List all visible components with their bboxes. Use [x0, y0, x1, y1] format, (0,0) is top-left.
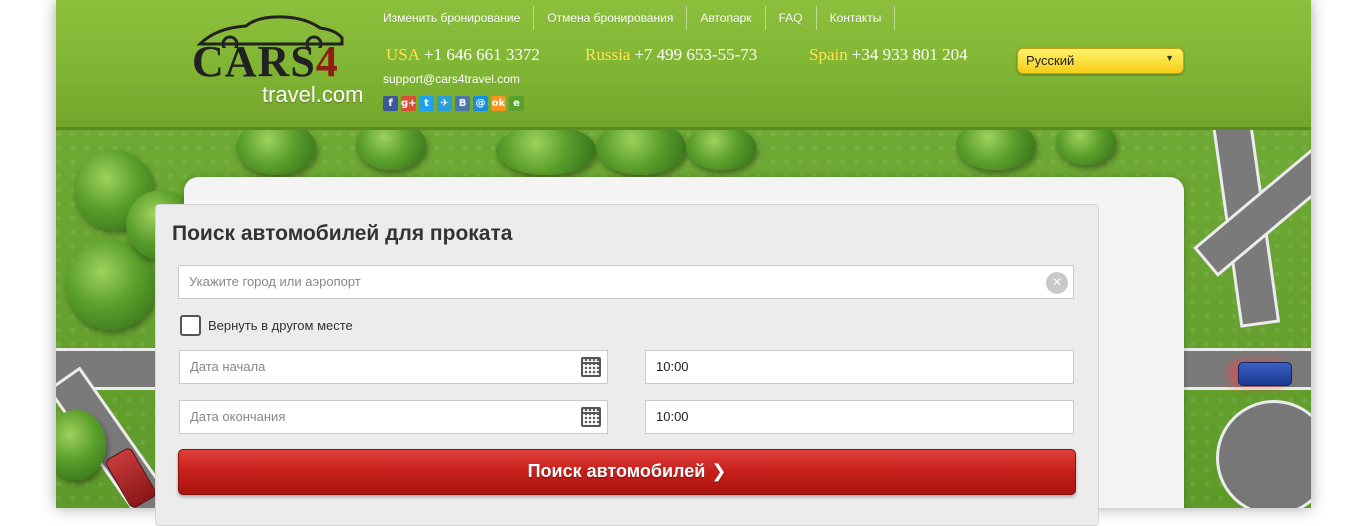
search-button-label: Поиск автомобилей [527, 461, 706, 481]
search-cars-button[interactable]: Поиск автомобилей ❯ [178, 449, 1076, 495]
start-date-input[interactable]: Дата начала [179, 350, 608, 384]
language-select[interactable]: Русский ▼ [1017, 48, 1184, 74]
end-time-input[interactable]: 10:00 [645, 400, 1074, 434]
vk-icon[interactable]: B [455, 96, 470, 111]
phone-russia: Russia +7 499 653-55-73 [585, 45, 758, 64]
plane-icon[interactable]: ✈ [437, 96, 452, 111]
calendar-icon[interactable] [581, 407, 601, 427]
tree [236, 130, 316, 175]
end-date-input[interactable]: Дата окончания [179, 400, 608, 434]
search-title: Поиск автомобилей для проката [172, 222, 513, 245]
phone-usa: USA +1 646 661 3372 [386, 45, 540, 64]
clear-icon[interactable]: × [1046, 272, 1068, 294]
phone-list: USA +1 646 661 3372 Russia +7 499 653-55-7… [386, 45, 968, 65]
odnoklassniki-icon[interactable]: ok [491, 96, 506, 111]
tree [356, 130, 426, 170]
evernote-icon[interactable]: e [509, 96, 524, 111]
city-input[interactable]: Укажите город или аэропорт [178, 265, 1074, 299]
nav-change-booking[interactable]: Изменить бронирование [374, 6, 535, 30]
calendar-icon[interactable] [581, 357, 601, 377]
phone-spain: Spain +34 933 801 204 [809, 45, 968, 64]
tree [596, 130, 686, 175]
social-links: f g+ t ✈ B @ ok e [383, 96, 524, 111]
google-plus-icon[interactable]: g+ [401, 96, 417, 111]
nav-fleet[interactable]: Автопарк [687, 6, 766, 30]
nav-contacts[interactable]: Контакты [817, 6, 896, 30]
blue-car [1238, 362, 1292, 386]
chevron-right-icon: ❯ [711, 461, 727, 481]
nav-cancel-booking[interactable]: Отмена бронирования [534, 6, 688, 30]
chevron-down-icon: ▼ [1165, 53, 1174, 63]
nav-faq[interactable]: FAQ [766, 6, 817, 30]
start-time-input[interactable]: 10:00 [645, 350, 1074, 384]
tree [1056, 130, 1116, 165]
twitter-icon[interactable]: t [419, 96, 434, 111]
tree [956, 130, 1036, 170]
tree [496, 130, 596, 175]
support-email[interactable]: support@cars4travel.com [383, 72, 520, 86]
return-elsewhere-label: Вернуть в другом месте [208, 318, 353, 333]
logo-subtitle: travel.com [262, 82, 364, 107]
logo[interactable]: CARS4 travel.com [188, 14, 373, 114]
facebook-icon[interactable]: f [383, 96, 398, 111]
mailru-icon[interactable]: @ [473, 96, 488, 111]
road-loop [1216, 400, 1311, 508]
logo-wordmark: CARS4 [192, 37, 339, 86]
return-elsewhere-checkbox[interactable] [180, 315, 201, 336]
language-selected: Русский [1026, 53, 1075, 68]
top-nav: Изменить бронирование Отмена бронировани… [374, 6, 896, 30]
tree [686, 130, 756, 170]
header: CARS4 travel.com Изменить бронирование О… [56, 0, 1311, 130]
